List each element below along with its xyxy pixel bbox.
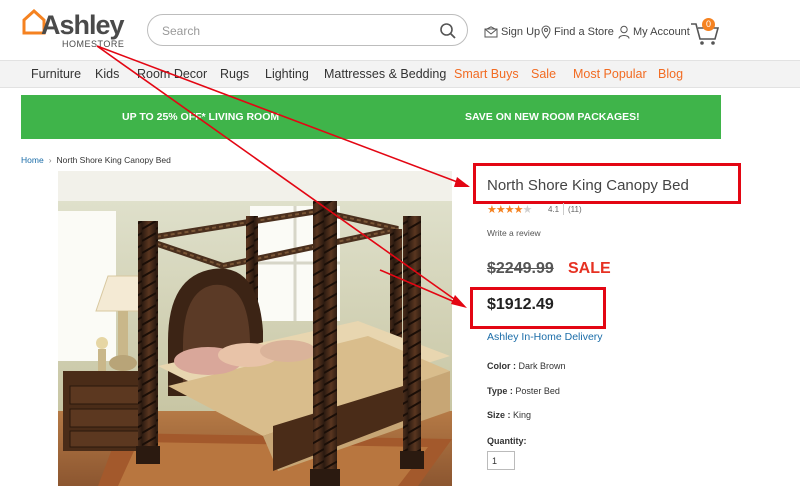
rating-divider: [563, 203, 564, 215]
logo-subtext: HOMESTORE: [62, 39, 125, 49]
main-nav: Furniture Kids Room Decor Rugs Lighting …: [0, 60, 800, 88]
sale-label: SALE: [568, 260, 611, 277]
search-bar: [147, 14, 468, 46]
star-icon: ★: [487, 204, 497, 216]
color-label: Color :: [487, 361, 516, 371]
nav-smart-buys[interactable]: Smart Buys: [454, 67, 519, 81]
type-spec: Type : Poster Bed: [487, 386, 560, 396]
find-store-label: Find a Store: [554, 26, 614, 38]
nav-furniture[interactable]: Furniture: [31, 67, 81, 81]
star-icon: ★: [513, 204, 524, 216]
size-value: King: [513, 410, 532, 420]
breadcrumb-current: North Shore King Canopy Bed: [56, 155, 171, 165]
breadcrumb-home[interactable]: Home: [21, 155, 44, 165]
product-title: North Shore King Canopy Bed: [487, 177, 689, 194]
nav-sale[interactable]: Sale: [531, 67, 556, 81]
quantity-label: Quantity:: [487, 436, 527, 446]
color-value: Dark Brown: [518, 361, 566, 371]
size-spec: Size : King: [487, 410, 531, 420]
color-spec: Color : Dark Brown: [487, 361, 566, 371]
my-account-label: My Account: [633, 26, 690, 38]
breadcrumb: Home › North Shore King Canopy Bed: [21, 155, 171, 165]
star-icon: ★: [504, 204, 515, 216]
rating-value: 4.1: [548, 205, 560, 214]
promo-room-packages[interactable]: SAVE ON NEW ROOM PACKAGES!: [465, 111, 640, 123]
delivery-link[interactable]: Ashley In-Home Delivery: [487, 331, 603, 343]
sale-price: $1912.49: [487, 296, 554, 313]
star-empty-icon: ★: [522, 204, 533, 216]
type-value: Poster Bed: [515, 386, 560, 396]
rating-stars[interactable]: ★★★★★: [487, 203, 533, 216]
breadcrumb-separator: ›: [48, 155, 52, 165]
nav-lighting[interactable]: Lighting: [265, 67, 309, 81]
original-price: $2249.99: [487, 260, 554, 277]
search-input[interactable]: [162, 21, 422, 41]
review-count[interactable]: (11): [568, 205, 582, 214]
nav-most-popular[interactable]: Most Popular: [573, 67, 647, 81]
ashley-logo[interactable]: Ashley HOMESTORE: [22, 9, 137, 51]
product-image[interactable]: [58, 171, 452, 486]
star-icon: ★: [495, 204, 506, 216]
nav-room-decor[interactable]: Room Decor: [137, 67, 207, 81]
search-icon[interactable]: [439, 22, 457, 40]
map-pin-icon: [541, 25, 551, 39]
promo-living-room[interactable]: UP TO 25% OFF* LIVING ROOM: [122, 111, 279, 123]
user-icon: [618, 25, 630, 39]
nav-blog[interactable]: Blog: [658, 67, 683, 81]
type-label: Type :: [487, 386, 513, 396]
logo-wordmark: Ashley: [41, 10, 125, 40]
nav-rugs[interactable]: Rugs: [220, 67, 249, 81]
find-store-link[interactable]: Find a Store: [541, 23, 614, 41]
write-review-link[interactable]: Write a review: [487, 228, 541, 238]
promo-banner[interactable]: UP TO 25% OFF* LIVING ROOM SAVE ON NEW R…: [21, 95, 721, 139]
nav-kids[interactable]: Kids: [95, 67, 119, 81]
quantity-input[interactable]: [487, 451, 515, 470]
cart-button[interactable]: 0: [690, 18, 720, 46]
nav-mattresses-bedding[interactable]: Mattresses & Bedding: [324, 67, 446, 81]
canopy-bed-photo: [58, 171, 452, 486]
sign-up-link[interactable]: Sign Up: [484, 23, 540, 41]
size-label: Size :: [487, 410, 511, 420]
cart-count-badge: 0: [702, 18, 715, 31]
envelope-icon: [484, 26, 498, 38]
sign-up-label: Sign Up: [501, 26, 541, 38]
my-account-link[interactable]: My Account: [618, 23, 690, 41]
